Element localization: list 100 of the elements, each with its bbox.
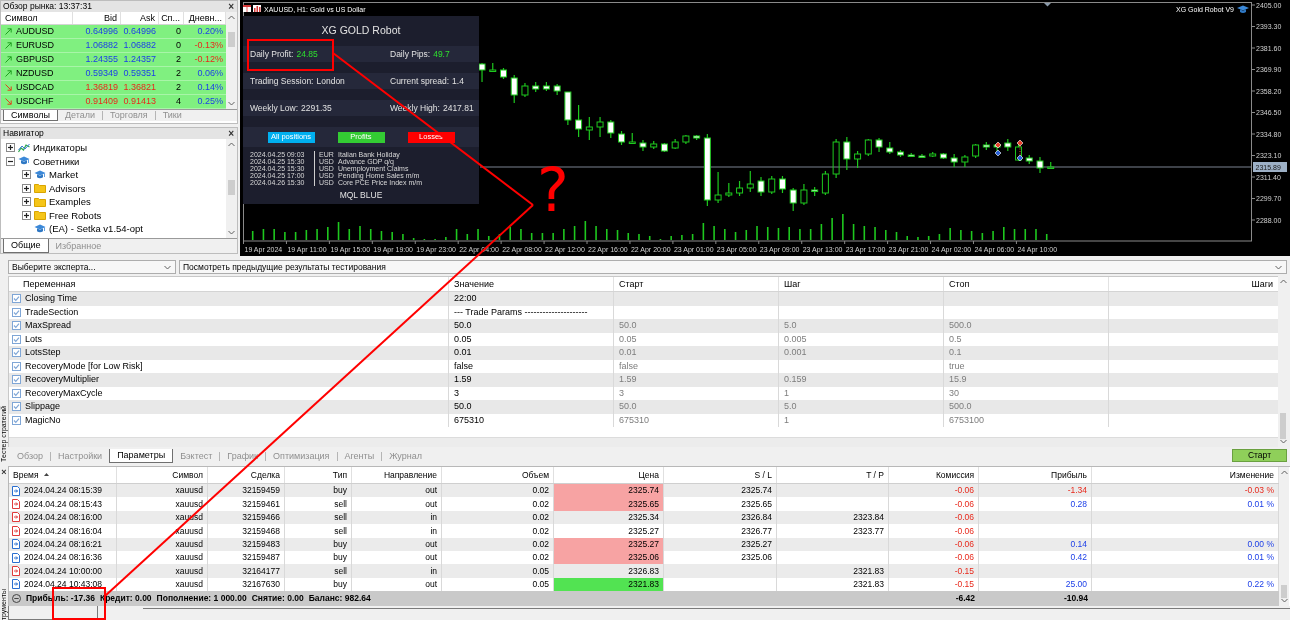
column-header[interactable]: T / P	[777, 467, 889, 483]
candle	[982, 141, 990, 151]
close-button[interactable]: ×	[1, 468, 7, 477]
scrollbar-thumb[interactable]	[1281, 585, 1287, 598]
column-header[interactable]: Переменная	[9, 277, 449, 291]
symbol-row[interactable]: EURUSD 1.06882 1.06882 0 -0.13%	[1, 39, 226, 53]
column-header[interactable]: Сделка	[208, 467, 285, 483]
parameter-row[interactable]: Closing Time 22:00	[9, 292, 1278, 306]
step-value: 0.005	[784, 334, 807, 344]
checkbox[interactable]	[12, 334, 21, 344]
vertical-scrollbar[interactable]	[1279, 467, 1289, 606]
collapse-circle-icon[interactable]	[12, 594, 21, 604]
results-select[interactable]: Посмотреть предыдущие результаты тестирования	[179, 260, 1287, 274]
table-cell: 0.14	[979, 537, 1092, 551]
column-header[interactable]: Направление	[352, 467, 442, 483]
checkbox[interactable]	[12, 375, 21, 385]
symbol-row[interactable]: AUDUSD 0.64996 0.64996 0 0.20%	[1, 25, 226, 39]
column-header[interactable]: Время	[9, 467, 117, 483]
scrollbar-thumb[interactable]	[1280, 413, 1286, 439]
tree-expander-icon[interactable]	[22, 170, 31, 180]
tree-item[interactable]: Market	[49, 170, 79, 180]
checkbox[interactable]	[12, 388, 21, 398]
column-header[interactable]: Старт	[614, 277, 779, 291]
table-cell: out	[352, 537, 442, 551]
table-cell: in	[352, 524, 442, 538]
stop-value: 500.0	[949, 402, 972, 412]
checkbox[interactable]	[12, 321, 21, 331]
tree-expander-icon[interactable]	[22, 183, 31, 193]
spread-value: 2	[176, 55, 181, 64]
column-header[interactable]: Прибыль	[979, 467, 1092, 483]
grid-icon[interactable]	[243, 5, 251, 13]
column-header[interactable]: Стоп	[944, 277, 1109, 291]
column-header[interactable]: Значение	[449, 277, 614, 291]
scroll-up-icon	[228, 15, 235, 20]
bar-chart-icon[interactable]	[253, 5, 261, 12]
parameter-row[interactable]: Slippage 50.0 50.0 5.0 500.0	[9, 400, 1278, 414]
chevron-down-icon	[164, 264, 171, 270]
candle	[939, 152, 947, 160]
horizontal-scrollbar[interactable]	[9, 437, 1278, 447]
scrollbar-thumb[interactable]	[228, 32, 235, 47]
tree-item[interactable]: (EA) - Setka v1.54-opt	[49, 224, 143, 234]
column-header[interactable]: S / L	[664, 467, 777, 483]
tree-item[interactable]: Examples	[49, 197, 91, 207]
column-header[interactable]: Ask	[121, 12, 159, 24]
symbol-row[interactable]: USDCAD 1.36819 1.36821 2 0.14%	[1, 81, 226, 95]
start-button[interactable]: Старт	[1232, 449, 1287, 462]
vertical-scrollbar[interactable]	[226, 139, 237, 238]
checkbox[interactable]	[12, 348, 21, 358]
tree-expander-icon[interactable]	[22, 197, 31, 207]
symbol-row[interactable]: GBPUSD 1.24355 1.24357 2 -0.12%	[1, 53, 226, 67]
parameter-name: Closing Time	[25, 294, 78, 304]
column-header[interactable]: Шаг	[779, 277, 944, 291]
deal-row[interactable]: 2024.04.24 10:00:00 xauusd 32164177 sell in 0.05 2326.83 2321.83 -0.15	[9, 564, 1279, 578]
candle	[553, 83, 561, 96]
daily-change: 0.14%	[197, 83, 223, 92]
candle	[693, 134, 701, 141]
checkbox[interactable]	[12, 415, 21, 425]
tree-item[interactable]: Индикаторы	[33, 143, 87, 153]
column-header[interactable]: Комиссия	[889, 467, 979, 483]
tab-outline[interactable]	[8, 606, 98, 620]
table-cell: in	[352, 564, 442, 578]
checkbox[interactable]	[12, 294, 21, 304]
close-button[interactable]: ×	[228, 128, 234, 139]
column-header[interactable]: Тип	[285, 467, 352, 483]
checkbox[interactable]	[12, 307, 21, 317]
triangle-marker-icon[interactable]	[1044, 3, 1051, 7]
tree-item[interactable]: Советники	[33, 156, 80, 166]
column-header[interactable]: Объем	[442, 467, 554, 483]
tree-expander-icon[interactable]	[22, 210, 31, 220]
checkbox[interactable]	[12, 361, 21, 371]
bid-price: 0.59349	[85, 69, 118, 78]
column-header[interactable]: Цена	[554, 467, 664, 483]
table-cell: 0.05	[442, 564, 554, 578]
tree-item[interactable]: Free Robots	[49, 210, 102, 220]
stop-value: 0.1	[949, 348, 962, 358]
symbol-row[interactable]: USDCHF 0.91409 0.91413 4 0.25%	[1, 95, 226, 109]
symbol-row[interactable]: NZDUSD 0.59349 0.59351 2 0.06%	[1, 67, 226, 81]
step-value: 0.159	[784, 375, 807, 385]
tab[interactable]: Символы	[3, 110, 58, 121]
tree-expander-icon[interactable]	[6, 143, 15, 153]
checkbox[interactable]	[12, 402, 21, 412]
scrollbar-thumb[interactable]	[228, 180, 235, 195]
close-button[interactable]: ×	[228, 1, 234, 12]
parameter-row[interactable]: MaxSpread 50.0 50.0 5.0 500.0	[9, 319, 1278, 333]
parameter-row[interactable]: LotsStep 0.01 0.01 0.001 0.1	[9, 346, 1278, 360]
column-header[interactable]: Символ	[117, 467, 208, 483]
column-header[interactable]: Сп...	[159, 12, 184, 24]
candle	[489, 62, 497, 73]
vertical-scrollbar[interactable]	[226, 12, 237, 109]
tree-item[interactable]: Advisors	[49, 183, 86, 193]
volume-bar	[466, 233, 469, 241]
tab[interactable]: Общие	[3, 239, 49, 253]
tree-expander-icon[interactable]	[6, 156, 15, 166]
column-header[interactable]: Bid	[73, 12, 121, 24]
column-header[interactable]: Символ	[1, 12, 73, 24]
scroll-down-icon	[228, 101, 235, 106]
summary-item: Снятие: 0.00	[251, 594, 304, 603]
parameter-row[interactable]: RecoveryMultiplier 1.59 1.59 0.159 15.9	[9, 373, 1278, 387]
expert-select[interactable]: Выберите эксперта...	[8, 260, 176, 274]
tab[interactable]: Параметры	[109, 449, 174, 463]
